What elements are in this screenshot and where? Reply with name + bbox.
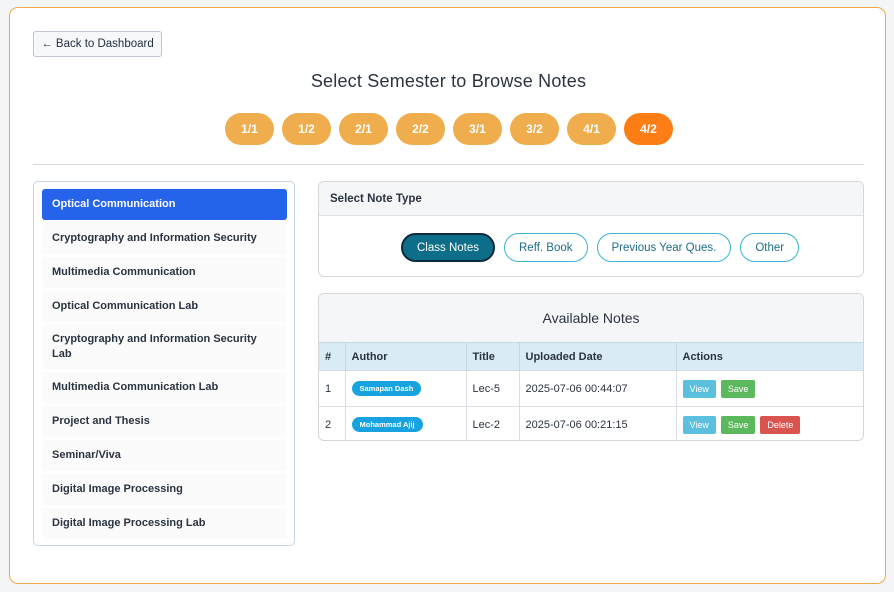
note-type-previous-year-button[interactable]: Previous Year Ques. — [596, 233, 732, 262]
date-cell: 2025-07-06 00:21:15 — [519, 406, 677, 440]
note-type-other-button[interactable]: Other — [740, 233, 800, 262]
divider — [33, 164, 864, 165]
course-item-cryptography[interactable]: Cryptography and Information Security — [42, 223, 287, 254]
column-header-number: # — [319, 342, 346, 371]
course-sidebar: Optical Communication Cryptography and I… — [33, 181, 295, 546]
course-item-project-and-thesis[interactable]: Project and Thesis — [42, 406, 287, 437]
column-header-title: Title — [466, 342, 520, 371]
row-number: 1 — [319, 370, 346, 407]
course-item-seminar-viva[interactable]: Seminar/Viva — [42, 440, 287, 471]
save-button[interactable]: Save — [720, 415, 756, 434]
semester-pill-1-2[interactable]: 1/2 — [282, 113, 331, 145]
table-row: 2 Mohammad Ajij Lec-2 2025-07-06 00:21:1… — [319, 406, 863, 440]
delete-button[interactable]: Delete — [760, 415, 801, 434]
note-type-card: Select Note Type Class Notes Reff. Book … — [318, 181, 864, 277]
page-title: Select Semester to Browse Notes — [310, 71, 587, 91]
row-number: 2 — [319, 406, 346, 440]
column-header-actions: Actions — [676, 342, 863, 371]
course-item-digital-image-processing-lab[interactable]: Digital Image Processing Lab — [42, 508, 287, 539]
course-item-multimedia-communication-lab[interactable]: Multimedia Communication Lab — [42, 372, 287, 403]
notes-table-header: # Author Title Uploaded Date Actions — [319, 342, 863, 371]
author-badge: Samapan Dash — [351, 381, 422, 396]
notes-table: # Author Title Uploaded Date Actions 1 S… — [319, 342, 863, 440]
course-item-digital-image-processing[interactable]: Digital Image Processing — [42, 474, 287, 505]
course-item-multimedia-communication[interactable]: Multimedia Communication — [42, 257, 287, 288]
actions-cell: View Save — [676, 370, 863, 407]
main-container: ← Back to Dashboard Select Semester to B… — [9, 7, 886, 584]
course-item-cryptography-lab[interactable]: Cryptography and Information Security La… — [42, 325, 287, 369]
semester-pill-4-1[interactable]: 4/1 — [567, 113, 616, 145]
actions-cell: View Save Delete — [676, 406, 863, 440]
semester-pill-3-1[interactable]: 3/1 — [453, 113, 502, 145]
course-item-optical-communication-lab[interactable]: Optical Communication Lab — [42, 291, 287, 322]
semester-selector: 1/1 1/2 2/1 2/2 3/1 3/2 4/1 4/2 — [225, 113, 673, 145]
note-type-class-notes-button[interactable]: Class Notes — [401, 233, 495, 262]
semester-pill-1-1[interactable]: 1/1 — [225, 113, 274, 145]
semester-pill-2-2[interactable]: 2/2 — [396, 113, 445, 145]
column-header-author: Author — [345, 342, 467, 371]
available-notes-title: Available Notes — [319, 294, 863, 342]
semester-pill-3-2[interactable]: 3/2 — [510, 113, 559, 145]
save-button[interactable]: Save — [720, 379, 756, 398]
semester-pill-2-1[interactable]: 2/1 — [339, 113, 388, 145]
author-cell: Mohammad Ajij — [345, 406, 467, 440]
view-button[interactable]: View — [682, 379, 716, 398]
available-notes-card: Available Notes # Author Title Uploaded … — [318, 293, 864, 441]
title-cell: Lec-5 — [466, 370, 520, 407]
note-type-options: Class Notes Reff. Book Previous Year Que… — [401, 233, 800, 262]
note-type-heading: Select Note Type — [319, 182, 863, 216]
note-type-reff-book-button[interactable]: Reff. Book — [504, 233, 588, 262]
title-cell: Lec-2 — [466, 406, 520, 440]
author-badge: Mohammad Ajij — [351, 417, 423, 433]
table-row: 1 Samapan Dash Lec-5 2025-07-06 00:44:07… — [319, 370, 863, 407]
author-cell: Samapan Dash — [345, 370, 467, 407]
course-item-optical-communication[interactable]: Optical Communication — [42, 189, 287, 220]
view-button[interactable]: View — [682, 415, 716, 434]
column-header-uploaded-date: Uploaded Date — [519, 342, 677, 371]
back-to-dashboard-button[interactable]: ← Back to Dashboard — [33, 31, 162, 57]
semester-pill-4-2[interactable]: 4/2 — [624, 113, 673, 145]
date-cell: 2025-07-06 00:44:07 — [519, 370, 677, 407]
